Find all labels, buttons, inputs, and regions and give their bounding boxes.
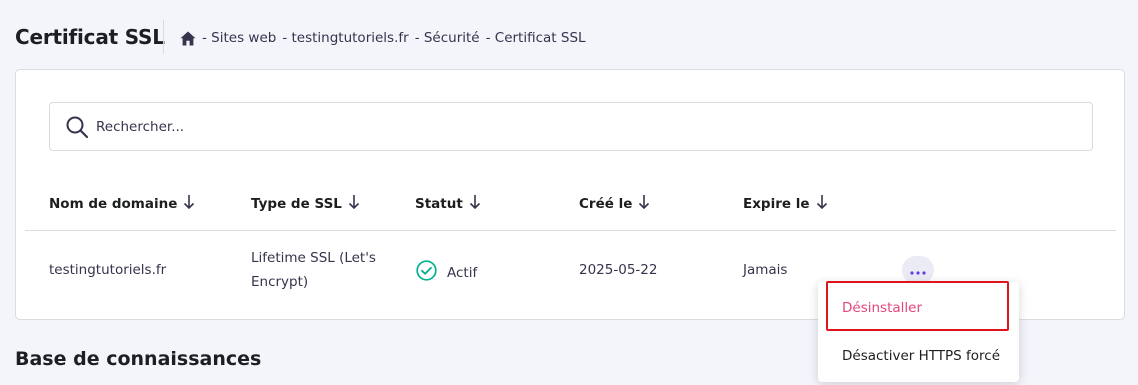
cell-status: Actif (416, 260, 477, 285)
search-box (49, 102, 1093, 151)
search-icon (65, 115, 89, 143)
knowledge-base-title: Base de connaissances (15, 348, 262, 370)
top-bar: Certificat SSL - Sites web - testingtuto… (0, 0, 1138, 70)
cell-ssl-type-line1: Lifetime SSL (Let's (251, 250, 376, 266)
arrow-down-icon (348, 194, 360, 214)
title-divider (163, 20, 164, 54)
arrow-down-icon (816, 194, 828, 214)
column-header-label: Expire le (743, 196, 810, 212)
arrow-down-icon (183, 194, 195, 214)
more-actions-button[interactable] (902, 256, 934, 284)
home-icon[interactable] (180, 31, 196, 46)
column-header-label: Nom de domaine (49, 196, 178, 212)
cell-ssl-type-line2: Encrypt) (251, 274, 309, 290)
column-header-status[interactable]: Statut (415, 194, 481, 214)
menu-item-label: Désinstaller (842, 300, 922, 316)
page-title: Certificat SSL (15, 25, 165, 49)
column-header-created[interactable]: Créé le (579, 194, 650, 214)
column-header-domain[interactable]: Nom de domaine (49, 194, 195, 214)
breadcrumb-item-security[interactable]: - Sécurité (415, 30, 480, 46)
cell-created: 2025-05-22 (579, 262, 658, 278)
actions-dropdown: Désinstaller Désactiver HTTPS forcé (818, 282, 1019, 382)
column-header-expires[interactable]: Expire le (743, 194, 828, 214)
arrow-down-icon (469, 194, 481, 214)
breadcrumb-item-ssl: - Certificat SSL (485, 30, 586, 46)
menu-item-uninstall[interactable]: Désinstaller (818, 285, 1019, 331)
cell-domain: testingtutoriels.fr (49, 262, 167, 278)
column-header-label: Type de SSL (251, 196, 342, 212)
status-label: Actif (447, 264, 478, 281)
row-divider (25, 230, 1116, 231)
breadcrumb-item-domain[interactable]: - testingtutoriels.fr (282, 30, 408, 46)
cell-expires: Jamais (743, 262, 788, 278)
breadcrumb: - Sites web - testingtutoriels.fr - Sécu… (180, 28, 586, 48)
column-header-label: Créé le (579, 196, 633, 212)
more-horizontal-icon (909, 264, 927, 280)
menu-item-disable-forced-https[interactable]: Désactiver HTTPS forcé (818, 333, 1019, 379)
check-circle-icon (416, 260, 437, 285)
menu-item-label: Désactiver HTTPS forcé (842, 348, 1001, 364)
breadcrumb-item-websites[interactable]: - Sites web (202, 30, 276, 46)
column-header-ssl-type[interactable]: Type de SSL (251, 194, 360, 214)
arrow-down-icon (638, 194, 650, 214)
column-header-label: Statut (415, 196, 463, 212)
search-input[interactable] (96, 116, 996, 138)
